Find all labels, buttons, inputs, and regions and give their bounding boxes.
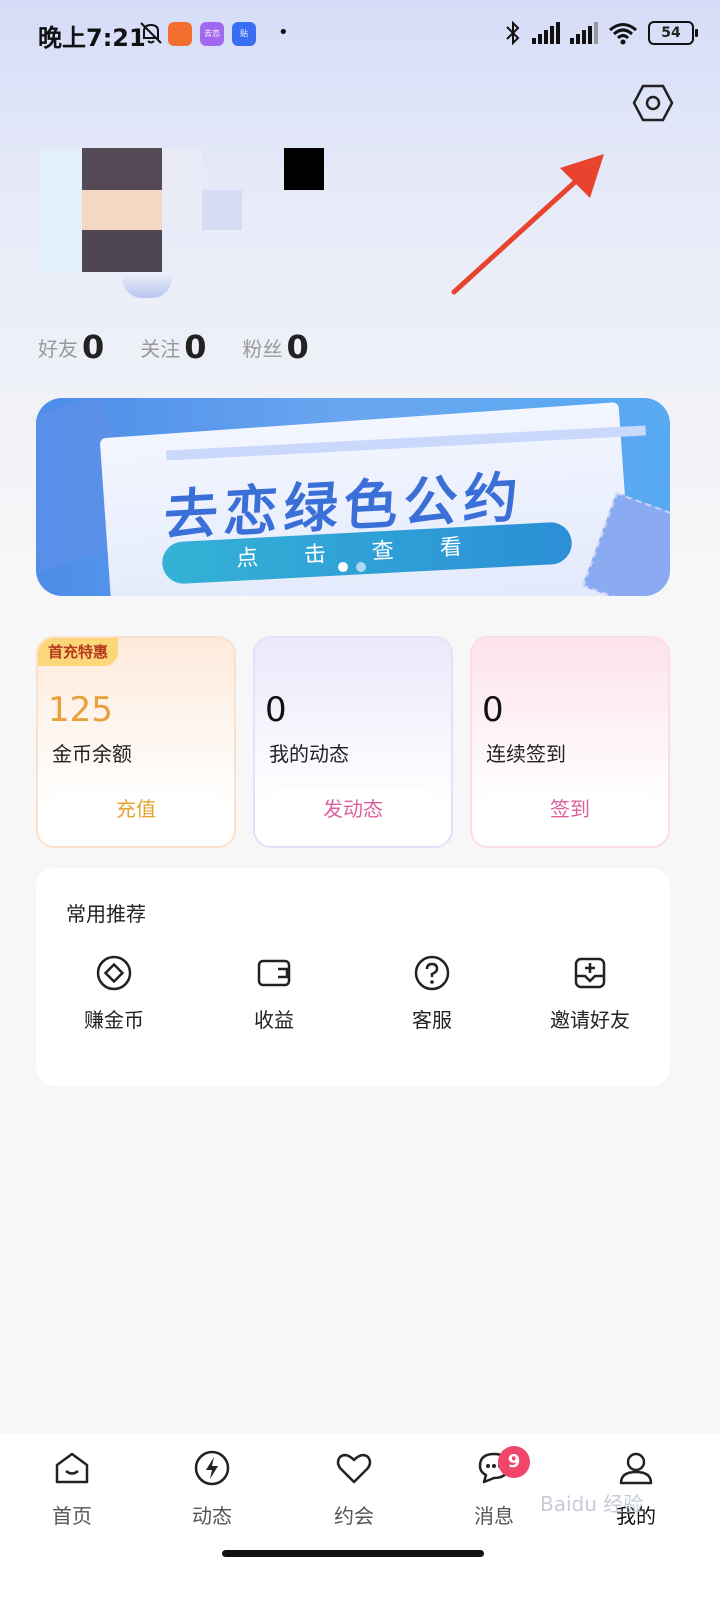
status-more-dot: • — [278, 22, 289, 43]
stat-label: 粉丝 — [242, 336, 283, 361]
coin-balance-label: 金币余额 — [52, 742, 132, 766]
promo-banner[interactable]: 去恋绿色公约 点击查看 > — [36, 398, 670, 596]
bluetooth-icon — [506, 20, 520, 46]
checkin-card[interactable]: 0 连续签到 签到 — [470, 636, 670, 848]
invite-friends-label: 邀请好友 — [550, 1008, 630, 1032]
banner-dot[interactable] — [356, 562, 366, 572]
nav-home[interactable]: 首页 — [22, 1448, 122, 1529]
wifi-icon — [609, 23, 637, 45]
stat-value: 0 — [184, 328, 207, 366]
my-posts-card[interactable]: 0 我的动态 发动态 — [253, 636, 453, 848]
checkin-button[interactable]: 签到 — [488, 788, 652, 830]
customer-service-label: 客服 — [412, 1008, 452, 1032]
baidu-watermark: Baidu 经验 — [540, 1492, 644, 1516]
nav-home-label: 首页 — [52, 1504, 92, 1528]
first-recharge-badge: 首充特惠 — [38, 638, 119, 666]
income-label: 收益 — [254, 1008, 294, 1032]
checkin-streak-value: 0 — [482, 690, 504, 730]
banner-dot-active[interactable] — [338, 562, 348, 572]
coin-balance-card[interactable]: 首充特惠 125 金币余额 充值 — [36, 636, 236, 848]
nav-feed[interactable]: 动态 — [162, 1448, 262, 1529]
nav-dating[interactable]: 约会 — [304, 1448, 404, 1529]
checkin-streak-label: 连续签到 — [486, 742, 566, 766]
annotation-arrow — [451, 154, 604, 295]
banner-pagination — [338, 562, 366, 572]
status-time: 晚上7:21 — [38, 24, 146, 52]
stat-label: 好友 — [38, 336, 78, 361]
post-button[interactable]: 发动态 — [271, 788, 435, 830]
coin-icon — [96, 955, 132, 991]
bell-muted-icon — [140, 22, 162, 44]
status-right-group: 54 — [504, 18, 698, 48]
earn-coins-item[interactable]: 赚金币 — [54, 954, 174, 1033]
heart-icon — [336, 1453, 372, 1484]
recommend-title: 常用推荐 — [66, 902, 146, 926]
stat-value: 0 — [286, 328, 309, 366]
profile-stats: 好友 0 关注 0 粉丝 0 — [38, 328, 345, 366]
message-count-badge: 9 — [498, 1446, 530, 1478]
help-icon — [414, 955, 450, 991]
settings-icon[interactable] — [632, 82, 674, 124]
taobao-app-icon — [168, 22, 192, 46]
recharge-button[interactable]: 充值 — [54, 788, 218, 830]
battery-indicator: 54 — [648, 21, 698, 45]
stat-fans[interactable]: 粉丝 0 — [243, 328, 309, 366]
wallet-icon — [257, 959, 291, 987]
earn-coins-label: 赚金币 — [84, 1008, 144, 1032]
nav-messages-label: 消息 — [474, 1504, 514, 1528]
stat-value: 0 — [82, 328, 105, 366]
status-bar: 晚上7:21 去恋 贴 • 54 — [0, 0, 720, 70]
coin-balance-value: 125 — [48, 690, 113, 730]
my-posts-label: 我的动态 — [269, 742, 349, 766]
profile-icon — [619, 1452, 653, 1485]
flash-icon — [194, 1450, 230, 1486]
nav-dating-label: 约会 — [334, 1504, 374, 1528]
invite-icon — [574, 957, 606, 989]
home-icon — [55, 1452, 89, 1484]
signal-icon-2 — [570, 22, 598, 44]
recommend-panel: 常用推荐 赚金币 收益 客服 邀请好友 — [36, 868, 670, 1086]
stat-friends[interactable]: 好友 0 — [38, 328, 104, 366]
tieba-app-icon: 贴 — [232, 22, 256, 46]
nav-messages[interactable]: 9 消息 — [444, 1446, 544, 1529]
invite-friends-item[interactable]: 邀请好友 — [530, 954, 650, 1033]
stat-label: 关注 — [140, 336, 181, 361]
nav-feed-label: 动态 — [192, 1504, 232, 1528]
stat-following[interactable]: 关注 0 — [140, 328, 206, 366]
customer-service-item[interactable]: 客服 — [372, 954, 492, 1033]
qulian-app-icon: 去恋 — [200, 22, 224, 46]
signal-icon-1 — [532, 22, 560, 44]
my-posts-value: 0 — [265, 690, 287, 730]
home-indicator[interactable] — [222, 1550, 484, 1557]
income-item[interactable]: 收益 — [214, 954, 334, 1033]
bottom-navigation: 首页 动态 约会 9 消息 我的 — [0, 1434, 720, 1600]
